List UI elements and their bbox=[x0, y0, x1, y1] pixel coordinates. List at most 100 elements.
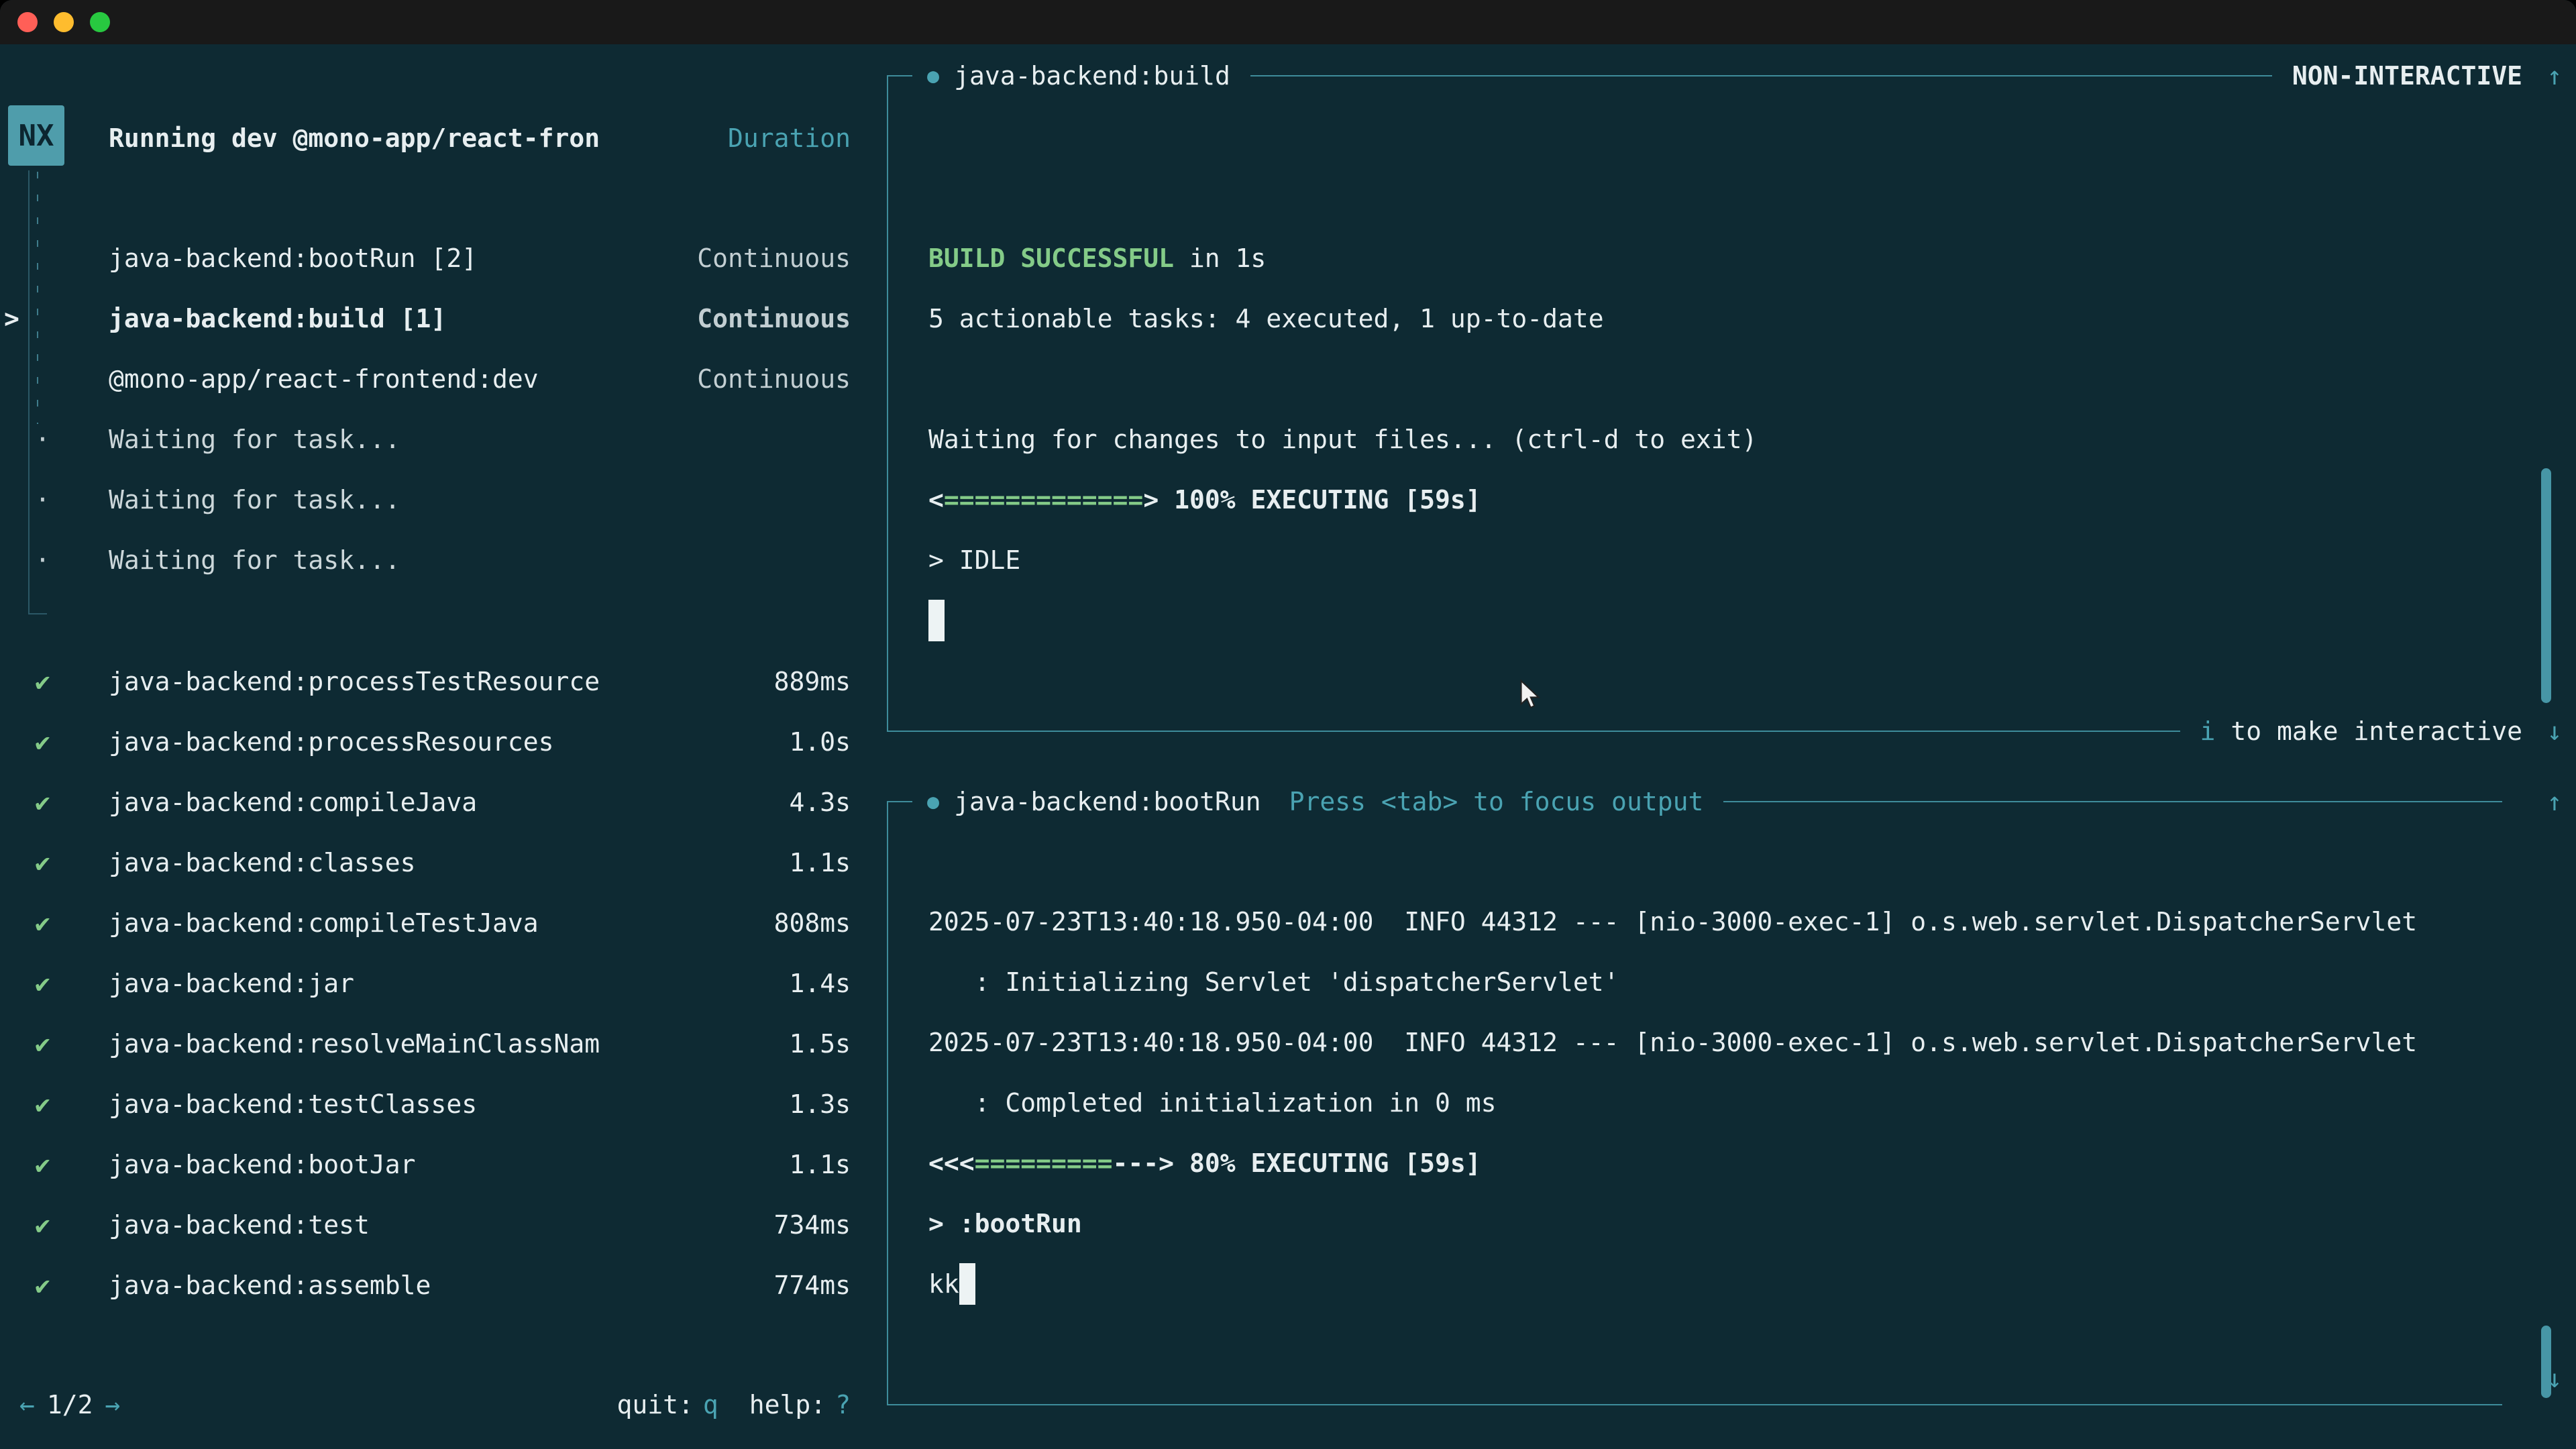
completed-task-row[interactable]: ✔java-backend:processTestResource889ms bbox=[0, 651, 872, 712]
terminal-line: > :bootRun bbox=[928, 1193, 2496, 1254]
running-task-row[interactable]: · Waiting for task... bbox=[0, 409, 872, 470]
text-segment: Waiting for changes to input files... (c… bbox=[928, 425, 1757, 454]
task-label: Waiting for task... bbox=[109, 545, 400, 575]
task-group-line-corner bbox=[28, 613, 47, 614]
text-segment: <<< bbox=[928, 1148, 975, 1178]
build-output: BUILD SUCCESSFUL in 1s 5 actionable tasks… bbox=[928, 228, 2496, 651]
focus-output-hint: Press <tab> to focus output bbox=[1289, 787, 1704, 816]
task-duration: 1.5s bbox=[789, 1029, 851, 1059]
text-segment: 80% EXECUTING [59s] bbox=[1189, 1148, 1481, 1178]
task-label: java-backend:resolveMainClassNam bbox=[109, 1029, 600, 1059]
border-segment bbox=[1250, 75, 2272, 76]
minimize-button[interactable] bbox=[54, 12, 74, 32]
completed-task-row[interactable]: ✔java-backend:testClasses1.3s bbox=[0, 1074, 872, 1134]
sidebar-header: Running dev @mono-app/react-fron Duratio… bbox=[0, 108, 872, 168]
quit-hint-label: quit: bbox=[616, 1390, 693, 1419]
border-segment bbox=[887, 801, 912, 802]
task-label: java-backend:testClasses bbox=[109, 1089, 477, 1119]
text-segment bbox=[1174, 1148, 1189, 1178]
task-status: Continuous bbox=[697, 244, 851, 273]
task-success-check-icon: ✔ bbox=[35, 667, 50, 696]
text-segment bbox=[1159, 485, 1174, 515]
sidebar-footer: ← 1/2 → quit: q help: ? bbox=[0, 1375, 851, 1435]
build-panel-scrollbar-thumb[interactable] bbox=[2541, 468, 2551, 703]
scroll-up-icon[interactable]: ↑ bbox=[2534, 784, 2575, 820]
bootrun-panel-footer bbox=[887, 1387, 2576, 1423]
task-label: java-backend:bootRun [2] bbox=[109, 244, 477, 273]
completed-task-row[interactable]: ✔ java-backend:test 734ms bbox=[0, 1195, 872, 1255]
interactive-hint-key: i bbox=[2200, 716, 2216, 746]
running-status-dot-icon: ● bbox=[927, 790, 939, 814]
terminal-line: kk bbox=[928, 1254, 2496, 1314]
text-segment: 100% EXECUTING [59s] bbox=[1174, 485, 1481, 515]
bootrun-panel-scrollbar-thumb[interactable] bbox=[2541, 1326, 2551, 1398]
page-indicator: 1/2 bbox=[47, 1390, 93, 1419]
task-success-check-icon: ✔ bbox=[35, 1210, 50, 1240]
running-task-row[interactable]: @mono-app/react-frontend:devContinuous bbox=[0, 349, 872, 409]
text-segment: ========= bbox=[975, 1148, 1113, 1178]
running-task-row[interactable]: java-backend:bootRun [2] Continuous bbox=[0, 228, 872, 288]
task-label: java-backend:compileJava bbox=[109, 788, 477, 817]
selected-task-caret: > bbox=[4, 304, 19, 333]
task-success-check-icon: ✔ bbox=[35, 788, 50, 817]
scroll-down-icon[interactable]: ↓ bbox=[2534, 1360, 2575, 1397]
completed-task-row[interactable]: ✔java-backend:bootJar1.1s bbox=[0, 1134, 872, 1195]
completed-task-row[interactable]: ✔java-backend:compileTestJava808ms bbox=[0, 893, 872, 953]
text-segment: ============= bbox=[944, 485, 1143, 515]
terminal-line: BUILD SUCCESSFUL in 1s bbox=[928, 228, 2496, 288]
pending-task-bullet: · bbox=[35, 545, 50, 575]
completed-task-row[interactable]: ✔java-backend:assemble774ms bbox=[0, 1255, 872, 1316]
running-task-row[interactable]: · Waiting for task... bbox=[0, 470, 872, 530]
text-segment: 2025-07-23T13:40:18.950-04:00 INFO 44312… bbox=[928, 907, 2417, 936]
task-label: java-backend:test bbox=[109, 1210, 370, 1240]
build-panel-footer: i to make interactive bbox=[887, 713, 2576, 749]
terminal-line bbox=[928, 590, 2496, 651]
close-button[interactable] bbox=[17, 12, 38, 32]
task-status: Continuous bbox=[697, 364, 851, 394]
task-success-check-icon: ✔ bbox=[35, 1089, 50, 1119]
text-segment: in 1s bbox=[1174, 244, 1266, 273]
task-label: java-backend:bootJar bbox=[109, 1150, 416, 1179]
task-duration: 889ms bbox=[774, 667, 851, 696]
interactive-hint-text: to make interactive bbox=[2215, 716, 2522, 746]
task-success-check-icon: ✔ bbox=[35, 1029, 50, 1059]
completed-task-row[interactable]: ✔java-backend:jar1.4s bbox=[0, 953, 872, 1014]
zoom-button[interactable] bbox=[90, 12, 110, 32]
scroll-up-icon[interactable]: ↑ bbox=[2534, 58, 2575, 94]
border-segment bbox=[887, 75, 912, 76]
interactive-hint: i to make interactive bbox=[2200, 716, 2522, 746]
non-interactive-badge: NON-INTERACTIVE bbox=[2292, 61, 2522, 91]
scroll-down-icon[interactable]: ↓ bbox=[2534, 713, 2575, 749]
next-page-arrow[interactable]: → bbox=[105, 1390, 121, 1419]
completed-task-row[interactable]: ✔ java-backend:compileJava 4.3s bbox=[0, 772, 872, 833]
text-segment: 5 actionable tasks: 4 executed, 1 up-to-… bbox=[928, 304, 1604, 333]
terminal-line: : Completed initialization in 0 ms bbox=[928, 1073, 2496, 1133]
mouse-cursor bbox=[1515, 679, 1547, 714]
running-status-dot-icon: ● bbox=[927, 64, 939, 88]
running-task-row[interactable]: · Waiting for task... bbox=[0, 530, 872, 590]
prev-page-arrow[interactable]: ← bbox=[19, 1390, 35, 1419]
pagination: ← 1/2 → bbox=[19, 1390, 120, 1419]
text-segment: BUILD SUCCESSFUL bbox=[928, 244, 1174, 273]
task-label: Waiting for task... bbox=[109, 485, 400, 515]
running-task-row[interactable]: >java-backend:build [1]Continuous bbox=[0, 288, 872, 349]
task-label: Waiting for task... bbox=[109, 425, 400, 454]
terminal-cursor bbox=[959, 1263, 975, 1305]
completed-task-row[interactable]: ✔java-backend:processResources1.0s bbox=[0, 712, 872, 772]
completed-task-row[interactable]: ✔java-backend:classes1.1s bbox=[0, 833, 872, 893]
help-key: ? bbox=[835, 1390, 851, 1419]
bootrun-panel-header: ● java-backend:bootRun Press <tab> to fo… bbox=[887, 784, 2576, 820]
completed-task-row[interactable]: ✔ java-backend:resolveMainClassNam 1.5s bbox=[0, 1014, 872, 1074]
task-label: java-backend:assemble bbox=[109, 1271, 431, 1300]
help-hint-label: help: bbox=[749, 1390, 826, 1419]
completed-task-list: ✔java-backend:processTestResource889ms✔j… bbox=[0, 651, 872, 1316]
pending-task-bullet: · bbox=[35, 485, 50, 515]
pending-task-bullet: · bbox=[35, 425, 50, 454]
output-panels: ● java-backend:build NON-INTERACTIVE BUI… bbox=[887, 44, 2576, 1449]
task-duration: 4.3s bbox=[789, 788, 851, 817]
bootrun-output: 2025-07-23T13:40:18.950-04:00 INFO 44312… bbox=[928, 892, 2496, 1314]
terminal-line: 2025-07-23T13:40:18.950-04:00 INFO 44312… bbox=[928, 1012, 2496, 1073]
task-duration: 734ms bbox=[774, 1210, 851, 1240]
terminal-line bbox=[928, 349, 2496, 409]
text-segment: < bbox=[928, 485, 944, 515]
